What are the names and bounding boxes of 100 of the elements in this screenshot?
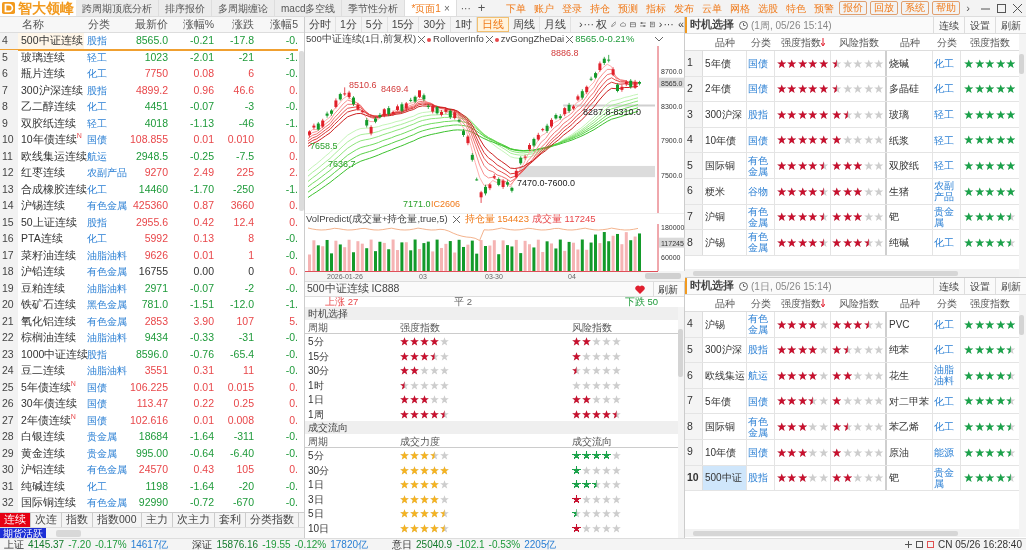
category-link[interactable]: 化工: [933, 337, 961, 363]
instrument-name[interactable]: 红枣连续: [18, 165, 84, 183]
maximize-icon[interactable]: [997, 3, 1006, 13]
scrollbar[interactable]: [693, 270, 958, 276]
more-button[interactable]: ···: [663, 16, 674, 33]
close-tab-button[interactable]: ×: [443, 0, 450, 16]
more-button[interactable]: ›: [658, 16, 663, 33]
column-header[interactable]: 分类: [751, 34, 771, 50]
panel-button[interactable]: 连续: [933, 17, 964, 33]
plus-icon[interactable]: [905, 541, 913, 548]
period-tab[interactable]: 30分: [419, 17, 452, 32]
category-link[interactable]: 轻工: [933, 102, 961, 127]
instrument-name[interactable]: 沪铅连续: [18, 264, 84, 282]
instrument-name[interactable]: 5年债: [703, 51, 747, 76]
page-tab[interactable]: 季节性分析: [342, 0, 406, 16]
category-link[interactable]: 化工: [933, 414, 961, 439]
instrument-name[interactable]: 氧化铝连续: [18, 313, 84, 332]
column-header[interactable]: 涨幅%: [168, 17, 214, 33]
add-tab-button[interactable]: +: [474, 0, 489, 16]
category-link[interactable]: 国债: [747, 388, 775, 414]
instrument-name[interactable]: PTA连续: [18, 231, 84, 249]
scrollbar[interactable]: [693, 530, 958, 536]
list-tab[interactable]: 连续: [0, 513, 31, 527]
column-header[interactable]: 分类: [937, 295, 957, 311]
close-icon[interactable]: [485, 36, 493, 43]
more-button[interactable]: ›: [578, 16, 583, 33]
category-link[interactable]: 有色金属: [747, 414, 775, 439]
category-link[interactable]: 有色金属: [747, 230, 775, 255]
page-tab[interactable]: 多周期缠论: [212, 0, 275, 16]
board-button[interactable]: 期货活跃: [0, 527, 46, 539]
category-link[interactable]: 轻工: [933, 153, 961, 178]
adjust-button[interactable]: 权: [596, 16, 608, 33]
scrollbar[interactable]: [299, 51, 304, 211]
column-header[interactable]: 品种: [715, 34, 735, 50]
category-link[interactable]: 股指: [747, 102, 775, 127]
instrument-name[interactable]: 菜籽油连续: [18, 247, 84, 266]
category-link[interactable]: 航运: [747, 363, 775, 388]
instrument-name[interactable]: 沪铜: [703, 204, 747, 230]
category-link[interactable]: 国债: [747, 127, 775, 153]
close-icon[interactable]: [452, 215, 460, 223]
page-tab[interactable]: 跨周期顶底分析: [76, 0, 159, 16]
column-header[interactable]: 分类: [937, 34, 957, 50]
instrument-name[interactable]: 白银连续: [18, 429, 84, 447]
instrument-name[interactable]: 500中证: [703, 465, 747, 491]
column-header[interactable]: 强度指数: [781, 34, 825, 50]
instrument-name[interactable]: 2年债: [703, 76, 747, 102]
instrument-name[interactable]: 豆二连续: [18, 363, 84, 381]
instrument-name[interactable]: 10年债连续$^{N}$: [18, 132, 84, 150]
column-header[interactable]: 强度指数: [970, 34, 1010, 50]
close-icon[interactable]: [566, 36, 574, 43]
category-link[interactable]: 国债: [747, 51, 775, 76]
pencil-icon[interactable]: [611, 20, 617, 29]
window-icon[interactable]: [630, 20, 637, 29]
category-link[interactable]: 化工: [933, 312, 961, 337]
menu-more-button[interactable]: ›: [962, 0, 974, 17]
category-link[interactable]: 化工: [933, 388, 961, 414]
column-header[interactable]: 名称: [18, 17, 84, 33]
instrument-name[interactable]: 国际铜连续: [18, 495, 84, 513]
instrument-name[interactable]: 黄金连续: [18, 445, 84, 464]
scrollbar[interactable]: [1019, 34, 1026, 277]
scrollbar[interactable]: [1019, 295, 1026, 537]
category-link[interactable]: 谷物: [747, 178, 775, 204]
chart-icon[interactable]: [927, 541, 935, 548]
instrument-name[interactable]: 国际铜: [703, 414, 747, 439]
more-tabs-button[interactable]: ···: [456, 0, 475, 16]
category-link[interactable]: 化工: [933, 76, 961, 102]
instrument-name[interactable]: 双胶纸连续: [18, 115, 84, 134]
instrument-name[interactable]: 豆粕连续: [18, 280, 84, 299]
scrollbar[interactable]: [645, 273, 681, 279]
column-header[interactable]: 涨跌: [214, 17, 254, 33]
category-link[interactable]: 化工: [933, 230, 961, 255]
period-tab[interactable]: 1分: [336, 17, 362, 32]
period-tab[interactable]: 分时: [305, 17, 336, 32]
refresh-button[interactable]: 刷新: [653, 282, 682, 296]
panel-button[interactable]: 刷新: [995, 17, 1026, 33]
close-icon[interactable]: [1013, 3, 1022, 13]
chevron-down-icon[interactable]: [655, 37, 663, 42]
period-tab[interactable]: 周线: [508, 17, 540, 32]
category-link[interactable]: 有色金属: [747, 153, 775, 178]
instrument-name[interactable]: 300沪深连续: [18, 82, 84, 101]
close-icon[interactable]: [418, 36, 426, 43]
instrument-name[interactable]: 沪锡: [703, 312, 747, 337]
instrument-name[interactable]: 500中证连续: [18, 33, 84, 51]
instrument-name[interactable]: 纯碱连续: [18, 478, 84, 497]
instrument-name[interactable]: 沪铝连续: [18, 462, 84, 480]
category-link[interactable]: 能源: [933, 439, 961, 465]
period-tab[interactable]: 5分: [361, 17, 388, 32]
column-header[interactable]: 品种: [715, 295, 735, 311]
category-link[interactable]: 有色金属: [747, 204, 775, 230]
period-tab[interactable]: 15分: [387, 17, 420, 32]
column-header[interactable]: 涨幅5: [254, 17, 298, 33]
sliders-icon[interactable]: [640, 20, 646, 29]
instrument-name[interactable]: 玻璃连续: [18, 49, 84, 68]
category-link[interactable]: 贵金属: [933, 465, 961, 491]
scrollbar[interactable]: [678, 307, 684, 538]
panel-button[interactable]: 连续: [933, 278, 964, 294]
panel-button[interactable]: 刷新: [995, 278, 1026, 294]
instrument-name[interactable]: 50上证连续: [18, 214, 84, 233]
category-link[interactable]: 有色金属: [747, 312, 775, 337]
window-icon[interactable]: [916, 541, 924, 548]
